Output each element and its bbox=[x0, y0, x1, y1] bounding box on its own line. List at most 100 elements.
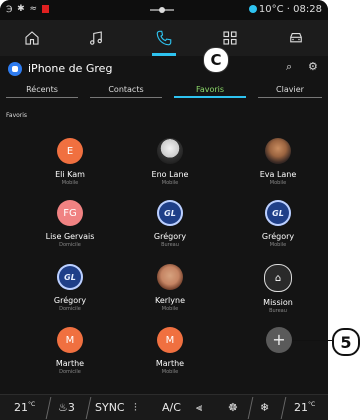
passenger-temp-value: 21 bbox=[294, 401, 308, 414]
tab-contacts[interactable]: Contacts bbox=[84, 84, 168, 98]
contact-name: Eva Lane bbox=[259, 170, 297, 179]
avatar bbox=[157, 264, 183, 290]
front-defrost-icon[interactable]: ⫶ bbox=[134, 401, 137, 415]
contact-number-type: Domicile bbox=[59, 242, 81, 248]
notification-dot-icon bbox=[248, 5, 257, 13]
nav-music[interactable] bbox=[76, 24, 116, 52]
tab-label: Contacts bbox=[108, 85, 144, 94]
avatar bbox=[157, 138, 183, 164]
ac-button[interactable]: A/C bbox=[162, 401, 181, 414]
avatar: GL bbox=[265, 200, 291, 226]
contact-number-type: Mobile bbox=[161, 306, 179, 312]
contact-name: Marthe bbox=[55, 359, 85, 368]
favorite-contact[interactable]: E Eli Kam Mobile bbox=[25, 138, 115, 186]
favorite-contact[interactable]: Eva Lane Mobile bbox=[233, 138, 323, 186]
callout-marker-5: 5 bbox=[332, 328, 360, 356]
callout-marker-c: C bbox=[203, 47, 229, 73]
contact-number-type: Mobile bbox=[269, 180, 287, 186]
seat-heat-level: 3 bbox=[67, 401, 75, 414]
tab-label: Favoris bbox=[195, 85, 225, 94]
driver-temp-unit: °C bbox=[28, 401, 36, 408]
contact-number-type: Mobile bbox=[161, 180, 179, 186]
favorite-contact[interactable]: GL Grégory Bureau bbox=[125, 200, 215, 248]
contact-name: Eli Kam bbox=[55, 170, 85, 179]
contact-name: Grégory bbox=[261, 232, 295, 241]
avatar: GL bbox=[57, 264, 83, 290]
recording-icon bbox=[41, 4, 49, 13]
favorite-contact[interactable]: GL Grégory Mobile bbox=[233, 200, 323, 248]
favorite-contact[interactable]: ⌂ Mission Bureau bbox=[233, 264, 323, 314]
page-indicator bbox=[150, 7, 174, 13]
favorite-contact[interactable]: M Marthe Domicile bbox=[25, 327, 115, 375]
callout-leader-line bbox=[292, 340, 332, 341]
nav-home[interactable] bbox=[12, 24, 52, 52]
seat-heat-icon: ♨ bbox=[58, 401, 68, 414]
passenger-temp-unit: °C bbox=[308, 401, 316, 408]
avatar-initials: GL bbox=[64, 272, 76, 282]
driver-temperature[interactable]: 21°C bbox=[14, 401, 35, 414]
status-separator: · bbox=[286, 4, 290, 15]
apps-grid-icon bbox=[223, 31, 237, 45]
favorite-contact[interactable]: M Marthe Mobile bbox=[125, 327, 215, 375]
status-bar: ℈ ✱ ≈ 10°C · 08:28 bbox=[0, 0, 328, 20]
tab-keypad[interactable]: Clavier bbox=[252, 84, 328, 98]
contact-name: Grégory bbox=[53, 296, 87, 305]
avatar: GL bbox=[157, 200, 183, 226]
favorite-contact[interactable]: FG Lise Gervais Domicile bbox=[25, 200, 115, 248]
music-icon bbox=[90, 31, 102, 45]
phone-tabs: Récents Contacts Favoris Clavier bbox=[0, 84, 328, 98]
outside-temperature: 10°C bbox=[258, 4, 284, 15]
climate-bar: 21°C ♨3 SYNC ⫶ A/C ⫷ ☸ ❄ 21°C bbox=[0, 394, 328, 420]
search-icon[interactable]: ⌕ bbox=[286, 60, 292, 74]
contact-name: Kerlyne bbox=[154, 296, 185, 305]
status-icons: ℈ ✱ ≈ bbox=[6, 4, 49, 14]
connected-phone-name[interactable]: iPhone de Greg bbox=[28, 62, 112, 75]
nav-phone[interactable] bbox=[144, 24, 184, 56]
contact-name: Lise Gervais bbox=[45, 232, 95, 241]
contact-name: Eno Lane bbox=[151, 170, 189, 179]
phone-header: iPhone de Greg ⌕ ⚙ bbox=[0, 58, 328, 80]
home-icon bbox=[25, 31, 39, 45]
contact-name: Mission bbox=[263, 298, 293, 307]
tab-label: Clavier bbox=[276, 85, 304, 94]
clock: 08:28 bbox=[293, 4, 322, 15]
status-left-icons: ℈ ✱ ≈ bbox=[6, 4, 39, 14]
contact-name: Marthe bbox=[155, 359, 185, 368]
rear-defrost-icon[interactable]: ⫷ bbox=[196, 401, 202, 415]
bluetooth-phone-icon bbox=[8, 62, 22, 76]
avatar: M bbox=[57, 327, 83, 353]
steering-wheel-heat-icon[interactable]: ☸ bbox=[228, 401, 238, 414]
tab-favorites[interactable]: Favoris bbox=[168, 84, 252, 98]
main-navigation bbox=[0, 20, 328, 56]
add-favorite-button[interactable]: + bbox=[266, 327, 292, 353]
contact-number-type: Mobile bbox=[61, 180, 79, 186]
fan-icon[interactable]: ❄ bbox=[260, 401, 269, 414]
settings-gear-icon[interactable]: ⚙ bbox=[308, 60, 318, 73]
contact-number-type: Bureau bbox=[161, 242, 179, 248]
sync-button[interactable]: SYNC bbox=[95, 401, 125, 414]
tab-label: Récents bbox=[26, 85, 58, 94]
avatar: M bbox=[157, 327, 183, 353]
favorite-contact[interactable]: Kerlyne Mobile bbox=[125, 264, 215, 312]
phone-icon bbox=[156, 30, 172, 46]
favorites-section-label: Favoris bbox=[6, 112, 28, 119]
contact-number-type: Domicile bbox=[59, 369, 81, 375]
infotainment-screen: ℈ ✱ ≈ 10°C · 08:28 C iPhone de Greg ⌕ ⚙ … bbox=[0, 0, 328, 420]
status-right: 10°C · 08:28 bbox=[248, 4, 322, 15]
avatar: E bbox=[57, 138, 83, 164]
avatar-initials: GL bbox=[272, 208, 284, 218]
favorite-contact[interactable]: Eno Lane Mobile bbox=[125, 138, 215, 186]
passenger-temperature[interactable]: 21°C bbox=[294, 401, 315, 414]
house-icon: ⌂ bbox=[264, 264, 292, 292]
contact-number-type: Mobile bbox=[269, 242, 287, 248]
contact-number-type: Mobile bbox=[161, 369, 179, 375]
contact-number-type: Bureau bbox=[269, 308, 287, 314]
tab-recents[interactable]: Récents bbox=[0, 84, 84, 98]
car-icon bbox=[290, 32, 302, 43]
nav-vehicle[interactable] bbox=[276, 24, 316, 52]
driver-temp-value: 21 bbox=[14, 401, 28, 414]
seat-heating-button[interactable]: ♨3 bbox=[58, 401, 75, 414]
contact-name: Grégory bbox=[153, 232, 187, 241]
favorite-contact[interactable]: GL Grégory Domicile bbox=[25, 264, 115, 312]
avatar bbox=[265, 138, 291, 164]
